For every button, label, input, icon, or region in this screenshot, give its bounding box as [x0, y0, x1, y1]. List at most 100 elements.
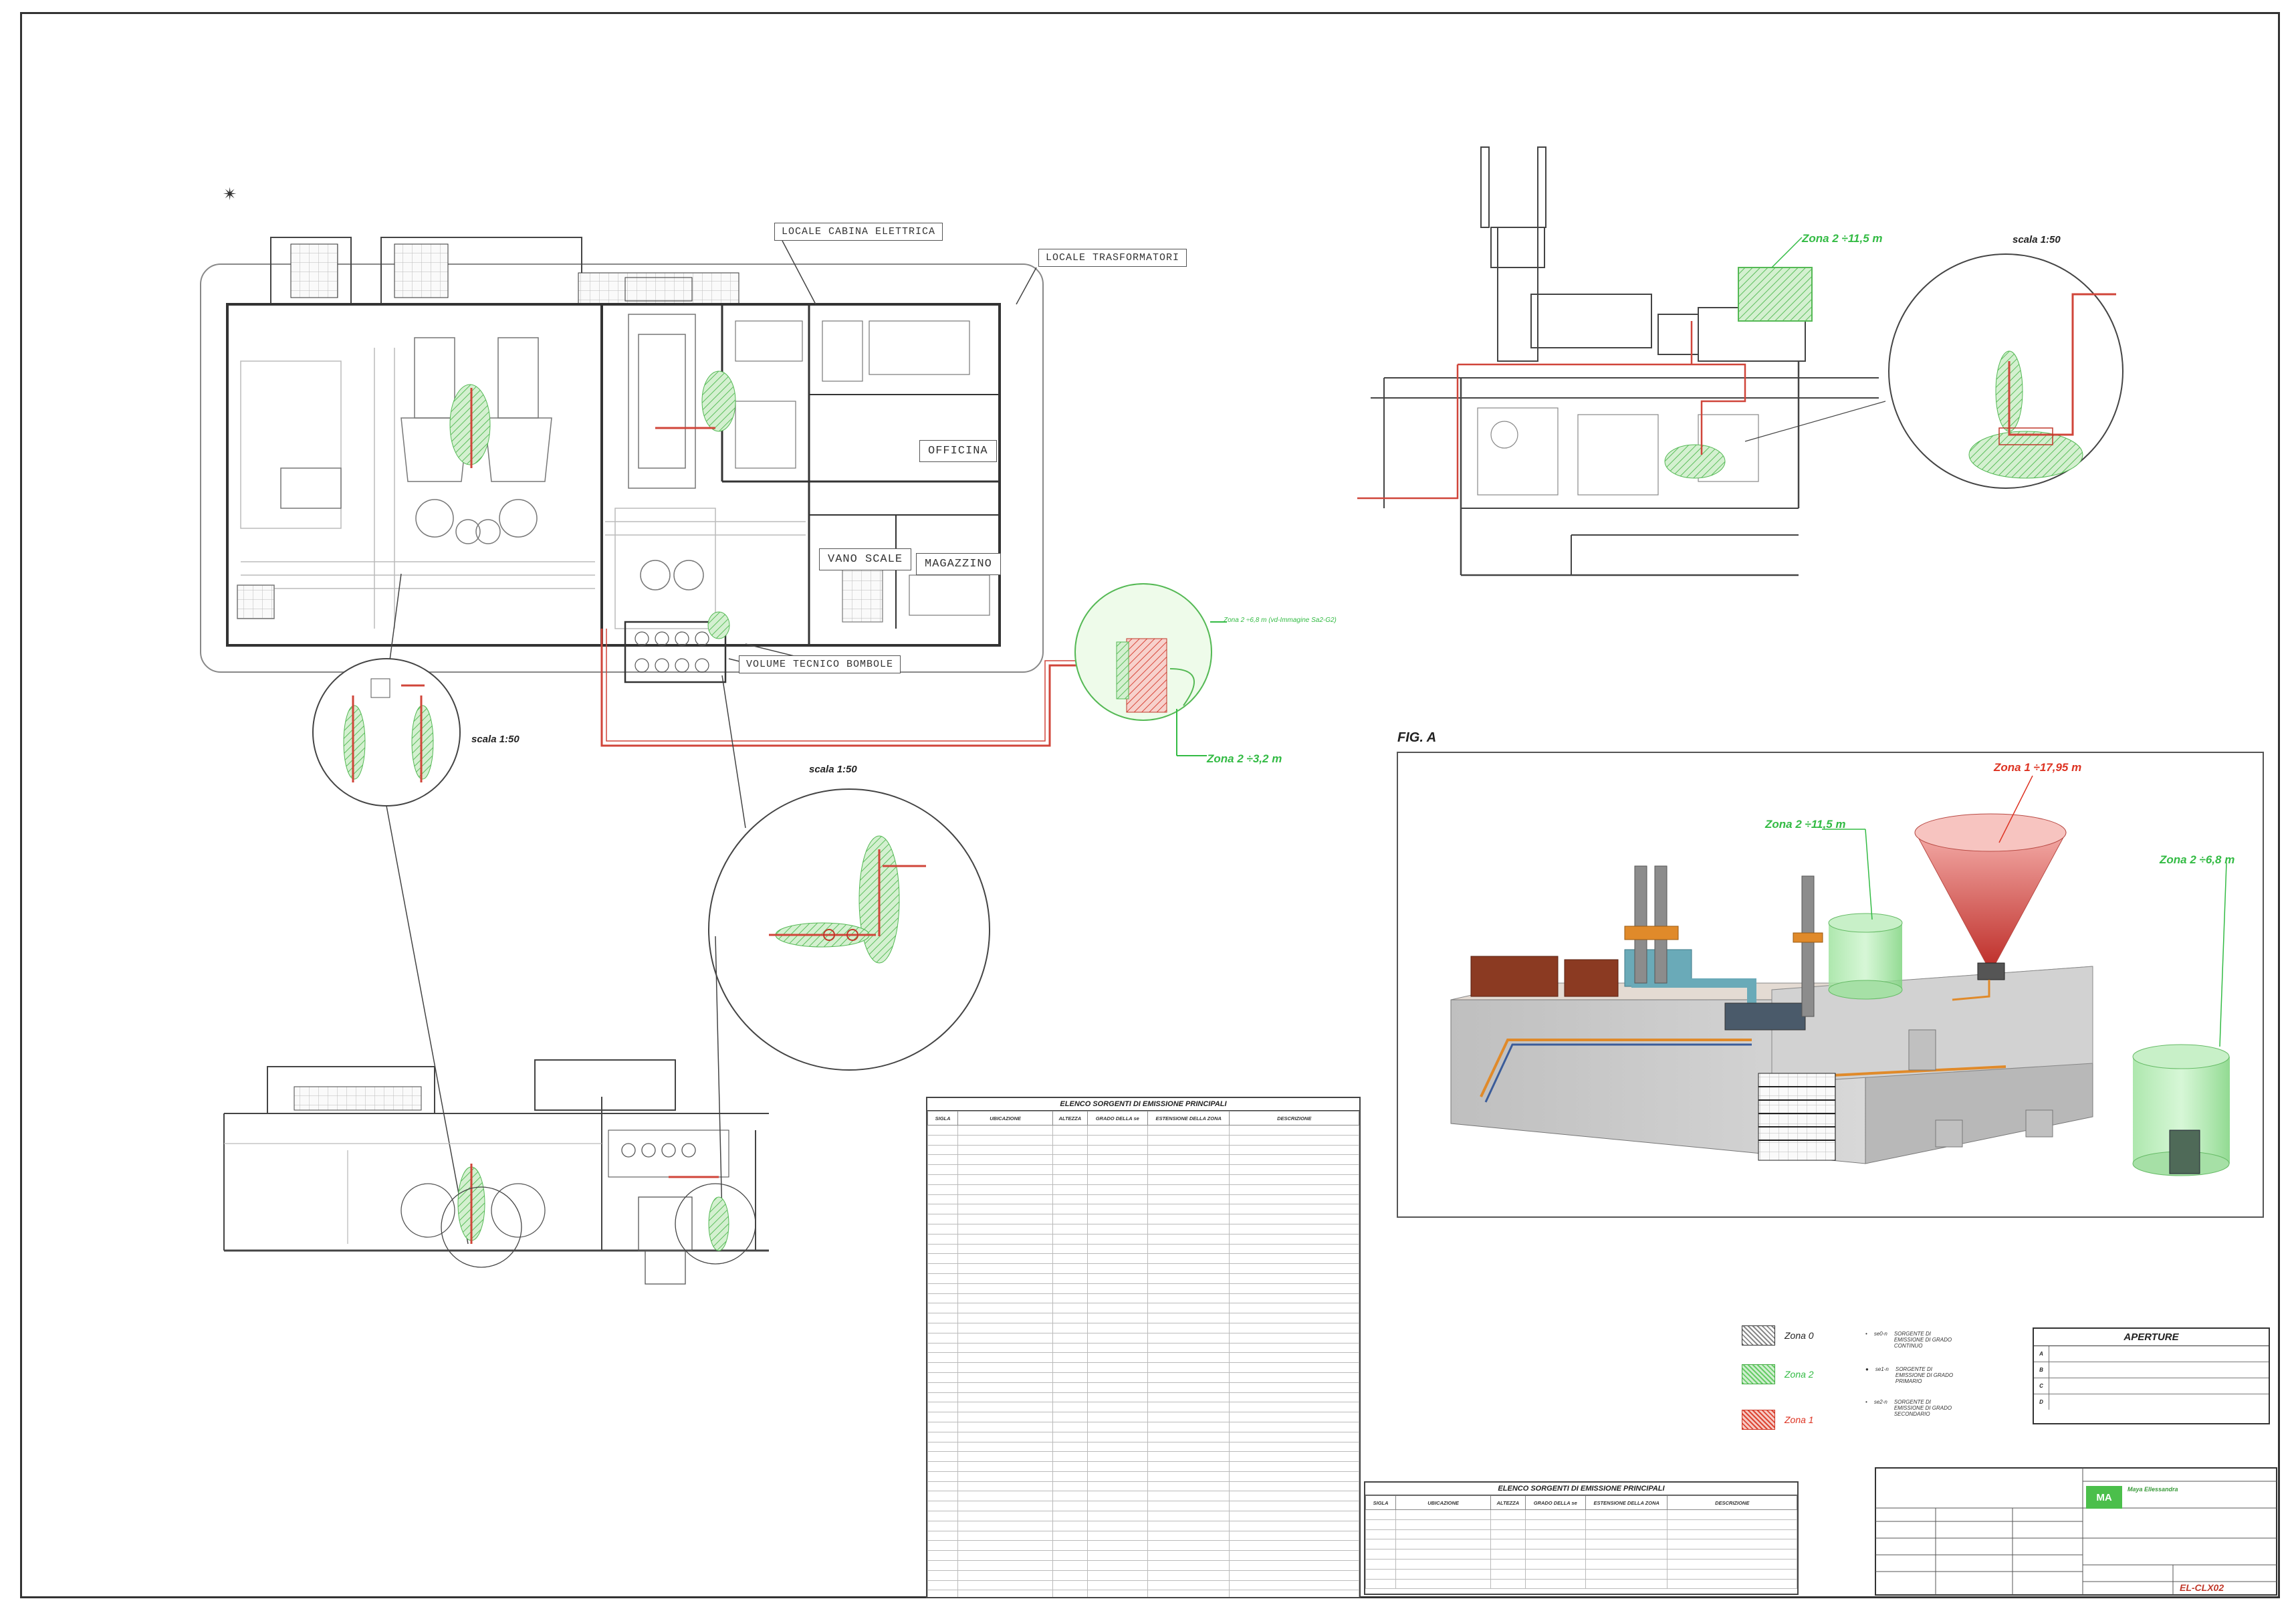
table-cell — [1052, 1520, 1088, 1531]
table-cell — [957, 1223, 1054, 1235]
table-cell — [1086, 1332, 1148, 1344]
table-cell — [1086, 1412, 1148, 1422]
table-cell — [1147, 1233, 1230, 1245]
table-cell — [1052, 1580, 1088, 1591]
table-cell — [1229, 1154, 1359, 1166]
table-cell — [1147, 1511, 1230, 1521]
table-cell — [1086, 1580, 1148, 1591]
table-cell — [1147, 1243, 1230, 1255]
table-cell — [1147, 1392, 1230, 1403]
table-cell — [1229, 1461, 1359, 1472]
table-cell — [927, 1352, 959, 1364]
table-cell — [1667, 1519, 1797, 1530]
table-cell — [927, 1412, 959, 1422]
table-cell — [1086, 1352, 1148, 1364]
table-row — [927, 1223, 1359, 1235]
table-cell — [1229, 1412, 1359, 1422]
table-cell — [1667, 1568, 1797, 1580]
table-cell — [957, 1501, 1054, 1512]
table-cell — [927, 1204, 959, 1215]
table-cell — [1086, 1342, 1148, 1354]
table-cell — [957, 1560, 1054, 1571]
table-cell — [1147, 1322, 1230, 1333]
table-cell — [1147, 1253, 1230, 1265]
table-cell — [927, 1134, 959, 1146]
table-cell — [957, 1412, 1054, 1422]
table-cell — [1395, 1578, 1492, 1590]
table-cell — [1229, 1511, 1359, 1521]
detail-circle-right — [1888, 253, 2123, 489]
table-cell — [1585, 1529, 1668, 1540]
table-row — [927, 1570, 1359, 1581]
table-row — [927, 1412, 1359, 1422]
table-cell — [957, 1392, 1054, 1403]
table-cell — [1052, 1402, 1088, 1413]
col-sigla: SIGLA — [1365, 1495, 1397, 1510]
table-cell — [1229, 1293, 1359, 1304]
table-row — [1365, 1568, 1797, 1580]
table-cell — [1490, 1558, 1526, 1570]
table-cell — [957, 1570, 1054, 1581]
table-cell — [1490, 1519, 1526, 1530]
table-cell — [1147, 1471, 1230, 1482]
table-cell — [1086, 1421, 1148, 1432]
table-cell — [1229, 1560, 1359, 1571]
table-cell — [1052, 1471, 1088, 1482]
table-row — [927, 1550, 1359, 1562]
table-cell — [927, 1392, 959, 1403]
table-cell — [1086, 1194, 1148, 1205]
table-cell — [1229, 1125, 1359, 1136]
table-cell — [957, 1431, 1054, 1442]
table-cell — [1667, 1529, 1797, 1540]
table-cell — [927, 1461, 959, 1472]
table-cell — [1524, 1529, 1586, 1540]
table-cell — [1147, 1313, 1230, 1323]
table-cell — [1667, 1539, 1797, 1550]
dot-icon: • — [1865, 1331, 1867, 1337]
table-cell — [1086, 1461, 1148, 1472]
table-cell — [1585, 1568, 1668, 1580]
table-cell — [957, 1214, 1054, 1224]
table-cell — [1229, 1184, 1359, 1195]
table-cell — [927, 1313, 959, 1323]
table-cell — [927, 1511, 959, 1521]
table-cell — [957, 1520, 1054, 1531]
table-cell — [1147, 1421, 1230, 1432]
table-cell — [1229, 1283, 1359, 1294]
table-cell — [1395, 1529, 1492, 1540]
table-cell — [1365, 1558, 1397, 1570]
table-cell — [1229, 1214, 1359, 1224]
table-cell — [957, 1342, 1054, 1354]
table-row — [927, 1154, 1359, 1166]
table-cell — [1086, 1511, 1148, 1521]
table-cell — [1365, 1578, 1397, 1590]
source-text: SORGENTE DI EMISSIONE DI GRADO CONTINUO — [1893, 1331, 1952, 1349]
table-cell — [957, 1421, 1054, 1432]
label-vano-scale: VANO SCALE — [819, 548, 912, 570]
table-cell — [1086, 1530, 1148, 1541]
table-cell — [1147, 1204, 1230, 1215]
table-cell — [1229, 1590, 1359, 1597]
table-cell — [1052, 1491, 1088, 1502]
col-estensione: ESTENSIONE DELLA ZONA — [1585, 1495, 1668, 1510]
aperture-row-a: A — [2034, 1346, 2269, 1362]
table-cell — [1229, 1204, 1359, 1215]
table-row — [927, 1243, 1359, 1255]
table-cell — [1229, 1372, 1359, 1383]
table-cell — [1052, 1184, 1088, 1195]
table-cell — [1052, 1204, 1088, 1215]
table-row — [927, 1303, 1359, 1314]
table-row — [927, 1263, 1359, 1274]
col-descrizione: DESCRIZIONE — [1229, 1111, 1359, 1125]
table-row — [927, 1372, 1359, 1383]
table-row — [927, 1293, 1359, 1304]
table-cell — [1052, 1352, 1088, 1364]
table-row — [927, 1164, 1359, 1175]
table-cell — [1667, 1558, 1797, 1570]
table-cell — [1052, 1550, 1088, 1562]
table-cell — [927, 1441, 959, 1453]
table-cell — [1052, 1362, 1088, 1373]
table-cell — [1147, 1293, 1230, 1304]
table-cell — [1052, 1293, 1088, 1304]
source-code: se1-n — [1875, 1366, 1889, 1372]
